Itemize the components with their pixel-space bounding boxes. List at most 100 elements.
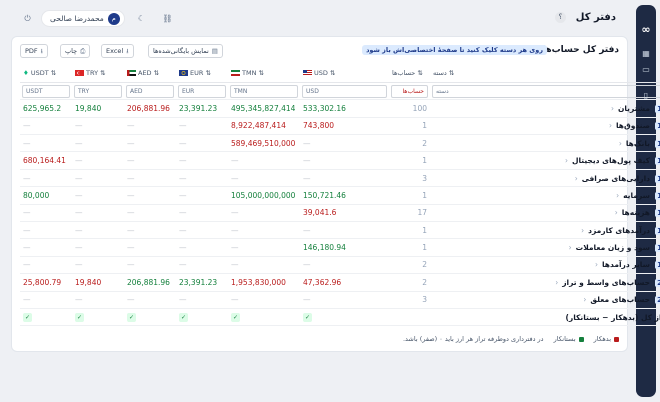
filter-eur-input[interactable]: EUR	[178, 84, 226, 98]
chevron-left-icon[interactable]: ‹	[581, 226, 584, 235]
balance-aed: —	[124, 151, 176, 170]
balance-try: —	[72, 151, 124, 170]
filter-tmn-input[interactable]: TMN	[230, 84, 298, 98]
link-icon[interactable]: ⛓	[161, 12, 174, 25]
balance-aed: 206,881.96	[124, 99, 176, 118]
table-row[interactable]: 10 مشتریان‹ 100533,302.16495,345,827,41423…	[20, 99, 660, 118]
category-cell[interactable]: 16 هزینه‌ها‹	[430, 204, 660, 223]
chevron-left-icon[interactable]: ‹	[575, 174, 578, 183]
table-row[interactable]: 15سرمایه‹1150,721.46105,000,000,000———80…	[20, 186, 660, 205]
chevron-left-icon[interactable]: ‹	[609, 121, 612, 130]
category-cell[interactable]: 14 دارایی‌های صرافی‹	[430, 169, 660, 188]
balance-usdt: 80,000	[20, 186, 72, 205]
col-accounts[interactable]: ⇅ حساب‌ها	[389, 65, 430, 83]
balance-usdt: —	[20, 291, 72, 309]
filter-accounts-input[interactable]: حساب‌ها	[391, 84, 428, 98]
chevron-left-icon[interactable]: ‹	[619, 139, 622, 148]
check-icon: ✓	[179, 313, 188, 323]
balance-tmn: —	[228, 169, 300, 188]
category-cell[interactable]: 21 حساب‌های معلق ‹	[430, 291, 660, 309]
user-menu[interactable]: محمدرضا صالحی م	[41, 10, 125, 27]
chevron-left-icon[interactable]: ‹	[615, 208, 618, 217]
category-cell[interactable]: 10 مشتریان‹	[430, 99, 660, 118]
filter-usdt-input[interactable]: USDT	[22, 84, 70, 98]
category-cell[interactable]: 18 سود و زیان معاملات‹	[430, 238, 660, 257]
col-usdt[interactable]: ⇅ USDT♦	[20, 65, 72, 83]
balance-usdt: —	[20, 238, 72, 257]
balance-usd: —	[300, 256, 389, 275]
balance-usdt: 680,164.41	[20, 151, 72, 170]
col-tmn[interactable]: ⇅ TMN	[228, 65, 300, 83]
category-name: صندوق‌ها	[615, 121, 650, 131]
table-row[interactable]: 17درآمدهای کارمزد‹1——————	[20, 221, 660, 240]
chevron-left-icon[interactable]: ‹	[555, 278, 558, 287]
balance-aed: —	[124, 204, 176, 223]
balance-tmn: 495,345,827,414	[228, 99, 300, 118]
balance-eur: —	[176, 238, 228, 257]
filter-category-input[interactable]: دسته	[432, 84, 660, 98]
category-code: 14	[655, 174, 660, 183]
table-row[interactable]: 11صندوق‌ها‹1743,8008,922,487,414————	[20, 117, 660, 136]
balance-eur: —	[176, 134, 228, 153]
show-archived-button[interactable]: نمایش بایگانی‌شده‌ها ▤	[148, 44, 223, 58]
balance-eur: —	[176, 221, 228, 240]
category-cell[interactable]: 20 حساب‌های واسط و تراز ‹	[430, 273, 660, 292]
hint-badge: روی هر دسته کلیک کنید تا صفحهٔ اختصاصی‌ا…	[362, 45, 547, 55]
help-icon[interactable]: ؟	[555, 12, 566, 23]
table-row[interactable]: 21حساب‌های معلق‹3——————	[20, 291, 660, 309]
balance-usd: —	[300, 151, 389, 170]
balance-usdt: —	[20, 256, 72, 275]
category-cell[interactable]: 19 سایر درآمدها‹	[430, 256, 660, 275]
infinity-logo-icon[interactable]: ∞	[638, 24, 654, 35]
category-cell[interactable]: 17 درآمدهای کارمزد ‹	[430, 221, 660, 240]
chevron-left-icon[interactable]: ‹	[616, 191, 619, 200]
balance-usdt: 625,965.2	[20, 99, 72, 118]
table-row[interactable]: 12بانک‌ها‹2—589,469,510,000————	[20, 134, 660, 153]
filter-try-input[interactable]: TRY	[74, 84, 122, 98]
moon-icon[interactable]: ☾	[135, 12, 148, 25]
col-aed[interactable]: ⇅ AED	[124, 65, 176, 83]
table-row[interactable]: 20 حساب‌های واسط و تراز ‹ 247,362.961,953,8…	[20, 273, 660, 292]
category-cell[interactable]: 13 کیف پول‌های دیجیتال‹	[430, 151, 660, 170]
table-row[interactable]: 14دارایی‌های صرافی‹3——————	[20, 169, 660, 188]
category-cell[interactable]: 15 سرمایه ‹	[430, 186, 660, 205]
category-code: 17	[655, 226, 660, 235]
table-row[interactable]: 18سود و زیان معاملات‹1146,180.94—————	[20, 238, 660, 257]
balance-aed: —	[124, 186, 176, 205]
balance-eur: —	[176, 169, 228, 188]
category-cell[interactable]: 11 صندوق‌ها‹	[430, 117, 660, 136]
balance-aed: —	[124, 169, 176, 188]
balance-aed: —	[124, 117, 176, 136]
col-eur[interactable]: ⇅ EUR	[176, 65, 228, 83]
chevron-left-icon[interactable]: ‹	[611, 104, 614, 113]
col-try[interactable]: ⇅ TRY	[72, 65, 124, 83]
table-row[interactable]: 16هزینه‌ها‹1739,041.6—————	[20, 204, 660, 223]
table-row[interactable]: 19سایر درآمدها‹2——————	[20, 256, 660, 275]
print-button[interactable]: چاپ ⎙	[60, 44, 91, 58]
chevron-left-icon[interactable]: ‹	[569, 243, 572, 252]
balance-try: —	[72, 256, 124, 275]
power-icon[interactable]: ⏻	[21, 12, 34, 25]
pdf-button[interactable]: PDF ⭳	[20, 44, 48, 58]
filter-aed-input[interactable]: AED	[126, 84, 174, 98]
chevron-left-icon[interactable]: ‹	[595, 260, 598, 269]
balance-usd: 146,180.94	[300, 238, 389, 257]
excel-button[interactable]: Excel ⭳	[101, 44, 134, 58]
balance-aed: —	[124, 238, 176, 257]
col-usd[interactable]: ⇅ USD	[300, 65, 389, 83]
balance-usdt: —	[20, 221, 72, 240]
balance-tmn: —	[228, 221, 300, 240]
table-row[interactable]: 13کیف پول‌های دیجیتال‹1—————680,164.41	[20, 151, 660, 170]
filter-usd-input[interactable]: USD	[302, 84, 387, 98]
account-count: 3	[389, 169, 430, 188]
grid-icon[interactable]: ▦	[641, 49, 651, 59]
category-cell[interactable]: 12 بانک‌ها‹	[430, 134, 660, 153]
balance-try: —	[72, 186, 124, 205]
chevron-left-icon[interactable]: ‹	[583, 295, 586, 304]
balance-usd: —	[300, 169, 389, 188]
chevron-left-icon[interactable]: ‹	[565, 156, 568, 165]
balance-eur: 23,391.23	[176, 99, 228, 118]
category-name: دارایی‌های صرافی	[581, 173, 650, 183]
col-category[interactable]: ⇅ دسته	[430, 65, 660, 83]
account-count: 2	[389, 273, 430, 292]
